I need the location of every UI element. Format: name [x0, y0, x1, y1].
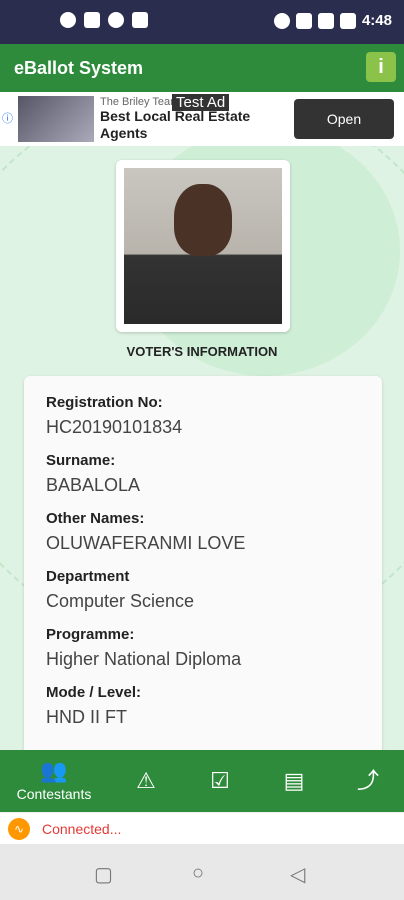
- voter-info-heading: VOTER'S INFORMATION: [126, 344, 278, 359]
- back-button[interactable]: ◁: [290, 862, 305, 887]
- field-other-names: Other Names: OLUWAFERANMI LOVE: [46, 510, 245, 554]
- voter-head: [174, 184, 232, 256]
- checkbox-icon: ☑: [210, 768, 230, 793]
- field-value: Computer Science: [46, 591, 195, 611]
- info-button[interactable]: i: [366, 52, 396, 82]
- connection-status: Connected...: [42, 821, 122, 837]
- voter-info-card: Registration No: HC20190101834 Surname: …: [24, 376, 382, 750]
- camera-icon: [84, 12, 100, 28]
- ad-thumbnail[interactable]: [18, 96, 94, 142]
- share-icon: ⤴: [356, 768, 379, 793]
- feedback-icon: ⚠: [136, 768, 156, 793]
- key-icon: [132, 12, 148, 28]
- field-value: Higher National Diploma: [46, 649, 242, 669]
- nav-results[interactable]: ▤: [274, 750, 314, 812]
- info-icon: i: [378, 55, 384, 78]
- home-button[interactable]: ○: [192, 862, 204, 885]
- status-bar: 4:48: [0, 0, 404, 44]
- field-programme: Programme: Higher National Diploma: [46, 626, 241, 670]
- ad-banner[interactable]: ⓘ The Briley Team Best Local Real Estate…: [0, 92, 404, 147]
- field-label: Surname:: [46, 452, 116, 469]
- adchoices-icon[interactable]: ⓘ: [2, 110, 13, 126]
- nav-feedback[interactable]: ⚠: [126, 750, 166, 812]
- nav-contestants[interactable]: 👥 Contestants: [10, 750, 98, 812]
- field-department: Department Computer Science: [46, 568, 194, 612]
- field-label: Department: [46, 568, 130, 585]
- field-value: HND II FT: [46, 707, 127, 727]
- people-icon: 👥: [40, 758, 68, 783]
- pulse-icon: ∿: [8, 818, 30, 840]
- connection-status-bar: ∿ Connected...: [0, 812, 404, 845]
- ad-open-button[interactable]: Open: [294, 99, 394, 139]
- hotspot-icon: [273, 12, 290, 29]
- ad-headline[interactable]: Best Local Real Estate Agents: [100, 108, 270, 142]
- field-label: Registration No:: [46, 394, 163, 411]
- test-ad-label: Test Ad: [172, 94, 230, 111]
- signal-icon-2: [317, 12, 334, 29]
- field-value: HC20190101834: [46, 417, 183, 437]
- nav-share[interactable]: ⤴: [348, 750, 388, 812]
- voter-photo-frame: [116, 160, 290, 332]
- recents-button[interactable]: ▢: [94, 862, 113, 887]
- ad-advertiser: The Briley Team: [100, 96, 180, 108]
- telegram-icon: [108, 12, 124, 28]
- app-title: eBallot System: [14, 58, 144, 78]
- whatsapp-icon: [60, 12, 76, 28]
- nav-vote[interactable]: ☑: [200, 750, 240, 812]
- system-navigation: ▢ ○ ◁: [0, 844, 404, 900]
- battery-icon: [339, 12, 356, 29]
- field-label: Other Names:: [46, 510, 145, 527]
- clock: 4:48: [361, 12, 392, 29]
- nav-contestants-label: Contestants: [16, 786, 92, 802]
- field-surname: Surname: BABALOLA: [46, 452, 140, 496]
- card-icon: ▤: [283, 768, 305, 793]
- signal-icon: [295, 12, 312, 29]
- main-content: VOTER'S INFORMATION Registration No: HC2…: [0, 146, 404, 750]
- field-mode-level: Mode / Level: HND II FT: [46, 684, 141, 728]
- app-bar: eBallot System i: [0, 44, 404, 92]
- field-value: BABALOLA: [46, 475, 141, 495]
- voter-photo: [124, 168, 282, 324]
- field-registration: Registration No: HC20190101834: [46, 394, 182, 438]
- field-label: Mode / Level:: [46, 684, 142, 701]
- bottom-navigation: 👥 Contestants ⚠ ☑ ▤ ⤴: [0, 750, 404, 812]
- field-value: OLUWAFERANMI LOVE: [46, 533, 246, 553]
- field-label: Programme:: [46, 626, 135, 643]
